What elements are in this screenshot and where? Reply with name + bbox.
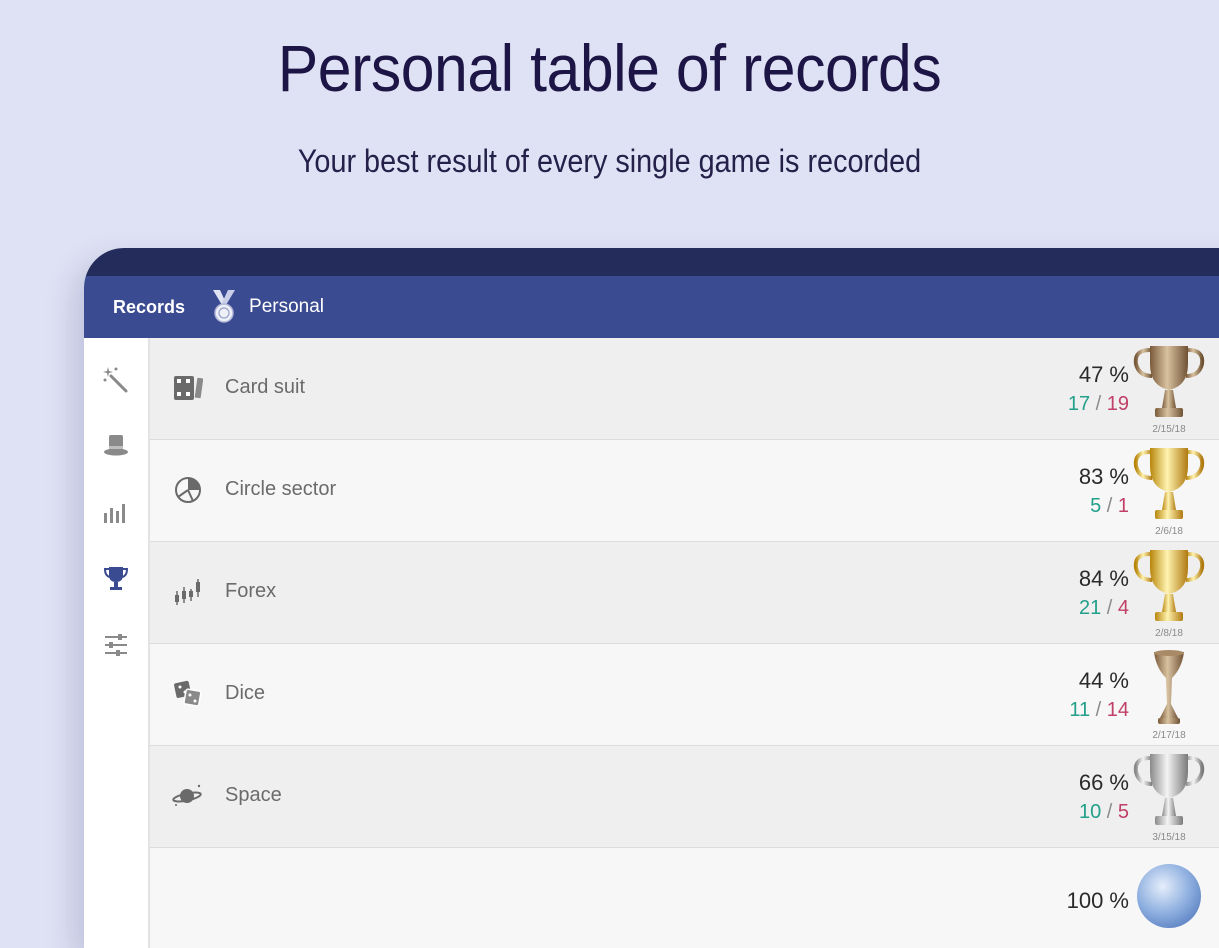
tablet-frame: Records Personal Card suit 47 % 17 / 19 …: [84, 248, 1219, 948]
record-name: Forex: [225, 580, 277, 602]
list-item[interactable]: Card suit 47 % 17 / 19 2/15/18: [150, 338, 1219, 441]
navigation-rail: [84, 338, 150, 948]
record-date: 2/8/18: [1155, 628, 1183, 639]
record-percent: 100 %: [1066, 888, 1129, 913]
record-percent: 66 %: [1078, 770, 1129, 795]
list-item[interactable]: Space 66 % 10 / 5 3/15/18: [150, 746, 1219, 849]
record-score: 17 / 19: [1067, 393, 1129, 415]
silver-cup-icon: [1130, 750, 1208, 832]
gold-cup-icon: [1130, 546, 1208, 628]
record-date: 2/6/18: [1155, 526, 1183, 537]
list-item[interactable]: Circle sector 83 % 5 / 1 2/6/18: [150, 440, 1219, 543]
record-score: 5 / 1: [1090, 495, 1129, 517]
top-hat-icon[interactable]: [101, 430, 131, 460]
wins-count: 21: [1078, 597, 1102, 619]
record-date: 2/17/18: [1152, 730, 1186, 741]
record-percent: 47 %: [1078, 362, 1129, 387]
dice-icon: [172, 678, 204, 710]
record-name: Space: [225, 784, 282, 806]
app-bar: Records Personal: [84, 276, 1219, 338]
page-subheadline: Your best result of every single game is…: [297, 143, 922, 179]
list-item[interactable]: 100 %: [150, 848, 1219, 948]
wins-count: 5: [1090, 495, 1102, 517]
gold-cup-icon: [1130, 444, 1208, 526]
losses-count: 14: [1106, 699, 1129, 721]
record-percent: 83 %: [1078, 464, 1129, 489]
record-name: Dice: [225, 682, 266, 704]
app-bar-subtitle[interactable]: Personal: [249, 296, 324, 318]
app-bar-title[interactable]: Records: [113, 297, 185, 318]
record-score: 11 / 14: [1069, 699, 1129, 721]
record-date: 2/15/18: [1152, 424, 1186, 435]
losses-count: 19: [1106, 393, 1129, 415]
record-percent: 44 %: [1078, 668, 1129, 693]
magic-wand-icon[interactable]: [101, 364, 131, 394]
wins-count: 17: [1067, 393, 1091, 415]
losses-count: 4: [1117, 597, 1129, 619]
records-list: Card suit 47 % 17 / 19 2/15/18 Circle se…: [150, 338, 1219, 948]
bronze-cup-icon: [1130, 342, 1208, 424]
status-bar: [84, 248, 1219, 276]
sliders-icon[interactable]: [101, 630, 131, 660]
record-score: 10 / 5: [1078, 801, 1129, 823]
list-item[interactable]: Forex 84 % 21 / 4 2/8/18: [150, 542, 1219, 645]
cards-icon: [172, 372, 204, 404]
planet-icon: [172, 780, 204, 812]
page-headline: Personal table of records: [277, 31, 942, 105]
medal-icon: [209, 290, 239, 324]
crystal-ball-icon: [1130, 856, 1208, 938]
candlestick-icon: [172, 576, 204, 608]
main-content: Card suit 47 % 17 / 19 2/15/18 Circle se…: [84, 338, 1219, 948]
record-name: Card suit: [225, 376, 306, 398]
wins-count: 10: [1078, 801, 1102, 823]
losses-count: 5: [1117, 801, 1129, 823]
pie-icon: [172, 474, 204, 506]
trophy-icon[interactable]: [101, 563, 131, 593]
bar-chart-icon[interactable]: [101, 498, 131, 528]
wins-count: 11: [1069, 699, 1091, 721]
losses-count: 1: [1117, 495, 1129, 517]
record-percent: 84 %: [1078, 566, 1129, 591]
record-name: Circle sector: [225, 478, 337, 500]
record-score: 21 / 4: [1078, 597, 1129, 619]
bronze-goblet-icon: [1130, 648, 1208, 730]
record-date: 3/15/18: [1152, 832, 1186, 843]
list-item[interactable]: Dice 44 % 11 / 14 2/17/18: [150, 644, 1219, 747]
